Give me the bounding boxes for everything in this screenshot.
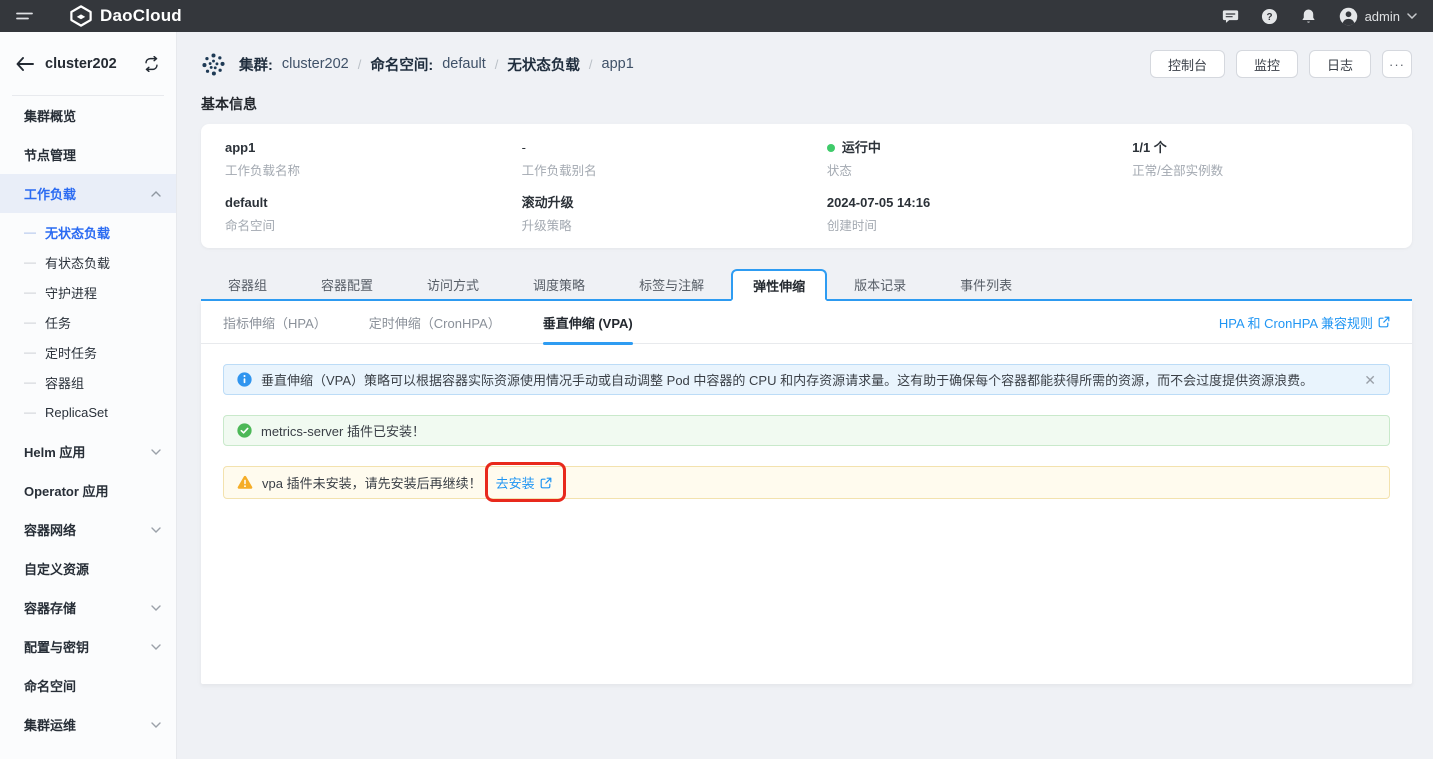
info-icon — [237, 372, 252, 387]
success-check-icon — [237, 423, 252, 438]
scaling-subtabs: 指标伸缩（HPA） 定时伸缩（CronHPA） 垂直伸缩 (VPA) HPA 和… — [201, 301, 1412, 344]
sidebar-item-helm-apps[interactable]: Helm 应用 — [0, 432, 176, 471]
external-link-icon — [1378, 316, 1390, 328]
breadcrumb-cluster-label: 集群: — [239, 54, 273, 75]
breadcrumb-workload-name: app1 — [602, 56, 634, 72]
chevron-down-icon — [1407, 13, 1417, 19]
topbar: DaoCloud ? admin — [0, 0, 1433, 32]
console-button[interactable]: 控制台 — [1150, 50, 1225, 78]
chevron-up-icon — [151, 191, 161, 197]
install-vpa-link[interactable]: 去安装 — [496, 473, 552, 492]
tab-access-method[interactable]: 访问方式 — [400, 269, 506, 299]
avatar — [1339, 7, 1358, 26]
sidebar-item-container-network[interactable]: 容器网络 — [0, 510, 176, 549]
breadcrumb-workload-type[interactable]: 无状态负载 — [507, 54, 580, 75]
help-icon[interactable]: ? — [1261, 7, 1279, 25]
field-instances: 1/1 个 正常/全部实例数 — [1132, 140, 1388, 179]
tab-content-card: 指标伸缩（HPA） 定时伸缩（CronHPA） 垂直伸缩 (VPA) HPA 和… — [201, 301, 1412, 684]
metrics-server-alert: metrics-server 插件已安装！ — [223, 415, 1390, 446]
field-status: 运行中 状态 — [827, 140, 1132, 179]
tab-labels-annotations[interactable]: 标签与注解 — [612, 269, 731, 299]
sidebar-item-deployments[interactable]: —无状态负载 — [0, 217, 176, 247]
sidebar-item-replicasets[interactable]: —ReplicaSet — [0, 397, 176, 427]
refresh-icon[interactable] — [143, 56, 160, 72]
back-icon[interactable] — [16, 57, 34, 71]
more-actions-button[interactable]: ··· — [1382, 50, 1412, 78]
field-upgrade-strategy: 滚动升级 升级策略 — [522, 195, 827, 234]
sidebar-item-daemonsets[interactable]: —守护进程 — [0, 277, 176, 307]
breadcrumb-namespace-label: 命名空间: — [370, 54, 433, 75]
field-created-time: 2024-07-05 14:16 创建时间 — [827, 195, 1132, 234]
main-content: 集群: cluster202 / 命名空间: default / 无状态负载 /… — [177, 32, 1433, 759]
tab-scheduling-policy[interactable]: 调度策略 — [506, 269, 612, 299]
external-link-icon — [540, 477, 552, 489]
svg-text:?: ? — [1267, 11, 1273, 22]
sidebar-item-workloads[interactable]: 工作负载 — [0, 174, 176, 213]
user-name: admin — [1365, 9, 1400, 24]
field-workload-name: app1 工作负载名称 — [225, 140, 522, 179]
basic-info-title: 基本信息 — [201, 94, 1412, 114]
tab-pods[interactable]: 容器组 — [201, 269, 294, 299]
success-alert-text: metrics-server 插件已安装！ — [261, 421, 425, 440]
chevron-down-icon — [151, 644, 161, 650]
warning-icon — [237, 475, 253, 490]
tab-event-list[interactable]: 事件列表 — [933, 269, 1039, 299]
close-icon[interactable]: ✕ — [1364, 373, 1376, 387]
detail-tabs: 容器组 容器配置 访问方式 调度策略 标签与注解 弹性伸缩 版本记录 事件列表 — [201, 269, 1412, 301]
bell-icon[interactable] — [1300, 7, 1318, 25]
chevron-down-icon — [151, 527, 161, 533]
menu-icon[interactable] — [16, 6, 40, 26]
sidebar: cluster202 集群概览 节点管理 工作负载 —无状态负载 —有状态负载 … — [0, 32, 177, 759]
hpa-cronhpa-compat-link[interactable]: HPA 和 CronHPA 兼容规则 — [1219, 313, 1390, 332]
subtab-vpa[interactable]: 垂直伸缩 (VPA) — [543, 301, 633, 344]
sidebar-item-cluster-ops[interactable]: 集群运维 — [0, 705, 176, 744]
subtab-hpa[interactable]: 指标伸缩（HPA） — [223, 301, 327, 344]
breadcrumb-cluster-value[interactable]: cluster202 — [282, 56, 349, 72]
sidebar-item-operator-apps[interactable]: Operator 应用 — [0, 471, 176, 510]
tab-elastic-scaling[interactable]: 弹性伸缩 — [731, 269, 827, 301]
sidebar-item-pods[interactable]: —容器组 — [0, 367, 176, 397]
brand-text: DaoCloud — [100, 6, 182, 26]
sidebar-item-cluster-overview[interactable]: 集群概览 — [0, 96, 176, 135]
sidebar-cluster-name: cluster202 — [45, 56, 143, 72]
chevron-down-icon — [151, 722, 161, 728]
chat-icon[interactable] — [1222, 7, 1240, 25]
sidebar-item-statefulsets[interactable]: —有状态负载 — [0, 247, 176, 277]
sidebar-header: cluster202 — [0, 32, 176, 95]
user-menu[interactable]: admin — [1339, 7, 1417, 26]
basic-info-card: app1 工作负载名称 - 工作负载别名 运行中 状态 1/1 个 正常/全部实… — [201, 124, 1412, 248]
breadcrumb-namespace-value[interactable]: default — [442, 56, 486, 72]
sidebar-item-jobs[interactable]: —任务 — [0, 307, 176, 337]
cluster-dots-icon — [201, 52, 226, 77]
tab-version-history[interactable]: 版本记录 — [827, 269, 933, 299]
field-namespace: default 命名空间 — [225, 195, 522, 234]
daocloud-logo[interactable]: DaoCloud — [70, 5, 182, 27]
monitor-button[interactable]: 监控 — [1236, 50, 1298, 78]
sidebar-item-config-secrets[interactable]: 配置与密钥 — [0, 627, 176, 666]
tab-container-config[interactable]: 容器配置 — [294, 269, 400, 299]
sidebar-menu: 集群概览 节点管理 工作负载 —无状态负载 —有状态负载 —守护进程 —任务 —… — [0, 96, 176, 744]
logs-button[interactable]: 日志 — [1309, 50, 1371, 78]
vpa-info-alert: 垂直伸缩（VPA）策略可以根据容器实际资源使用情况手动或自动调整 Pod 中容器… — [223, 364, 1390, 395]
chevron-down-icon — [151, 605, 161, 611]
chevron-down-icon — [151, 449, 161, 455]
sidebar-item-cronjobs[interactable]: —定时任务 — [0, 337, 176, 367]
sidebar-item-custom-resources[interactable]: 自定义资源 — [0, 549, 176, 588]
sidebar-item-namespaces[interactable]: 命名空间 — [0, 666, 176, 705]
breadcrumb: 集群: cluster202 / 命名空间: default / 无状态负载 /… — [201, 52, 634, 77]
sidebar-item-node-management[interactable]: 节点管理 — [0, 135, 176, 174]
vpa-warning-alert: vpa 插件未安装，请先安装后再继续！ 去安装 — [223, 466, 1390, 499]
warning-alert-text: vpa 插件未安装，请先安装后再继续！ — [262, 473, 482, 492]
subtab-cronhpa[interactable]: 定时伸缩（CronHPA） — [369, 301, 501, 344]
sidebar-item-container-storage[interactable]: 容器存储 — [0, 588, 176, 627]
daocloud-logo-icon — [70, 5, 92, 27]
field-workload-alias: - 工作负载别名 — [522, 140, 827, 179]
info-alert-text: 垂直伸缩（VPA）策略可以根据容器实际资源使用情况手动或自动调整 Pod 中容器… — [261, 370, 1313, 389]
workloads-submenu: —无状态负载 —有状态负载 —守护进程 —任务 —定时任务 —容器组 —Repl… — [0, 213, 176, 432]
status-dot — [827, 144, 835, 152]
